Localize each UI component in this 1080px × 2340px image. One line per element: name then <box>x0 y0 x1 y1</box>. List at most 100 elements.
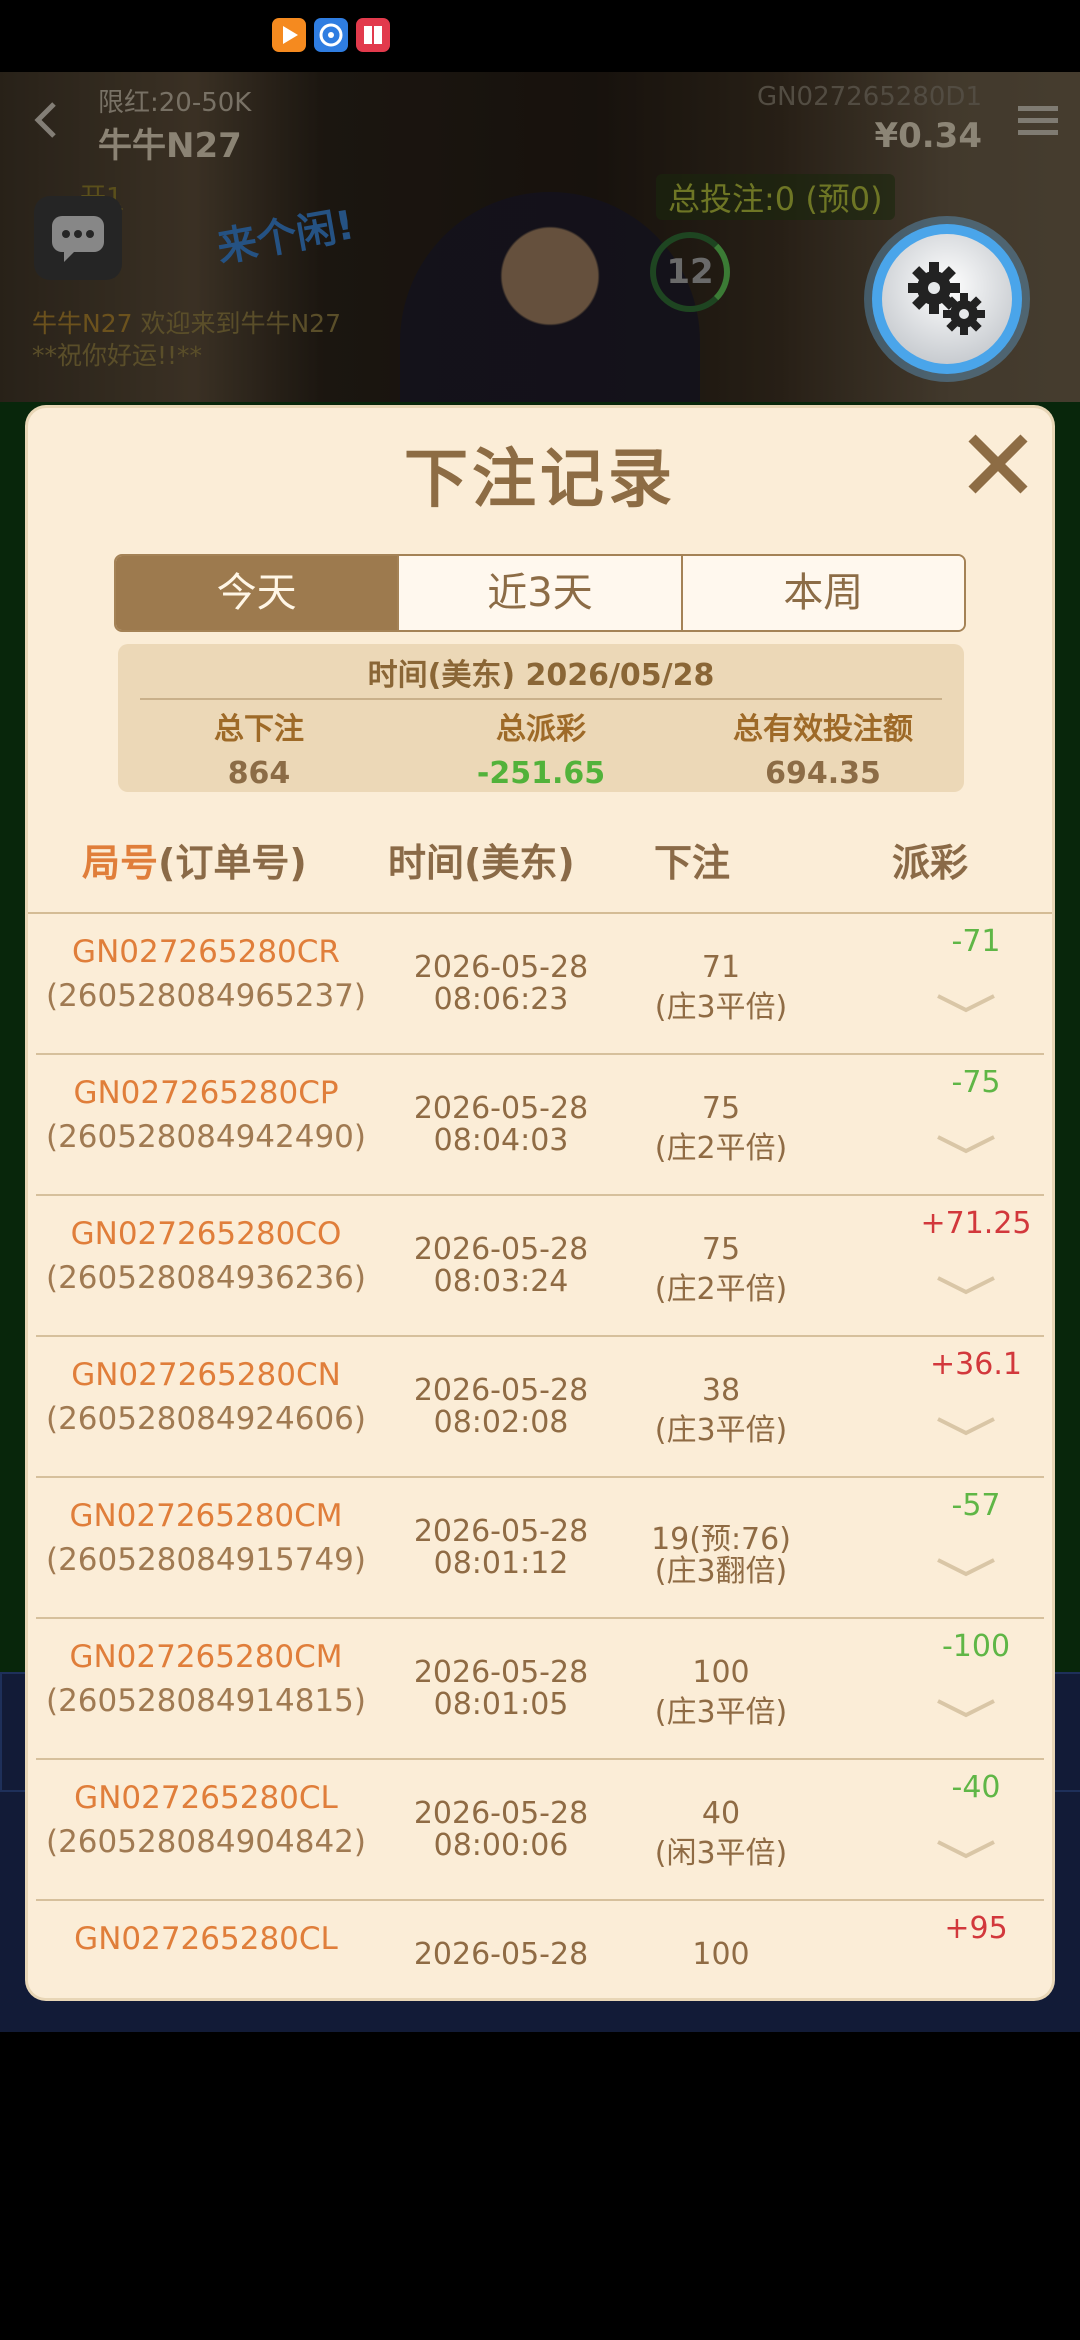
round-number: GN027265280CL <box>74 1921 338 1957</box>
modal-title: 下注记录 <box>404 443 676 517</box>
bet-time: 08:03:24 <box>433 1264 569 1299</box>
gears-icon <box>908 262 985 335</box>
order-number: (260528084915749) <box>45 1542 367 1578</box>
bet-amount: 40 <box>701 1796 741 1831</box>
column-round: 局号(订单号) <box>82 832 307 887</box>
bet-type: (庄3平倍) <box>654 990 788 1025</box>
bet-time: 08:04:03 <box>433 1123 569 1158</box>
payout-value: +71.25 <box>920 1206 1032 1241</box>
summary-panel: 时间(美东) 2026/05/28 总下注 864 总派彩 -251.65 总有… <box>118 644 964 792</box>
status-bar <box>0 0 1080 72</box>
total-payout-label: 总派彩 <box>496 712 586 747</box>
bet-date: 2026-05-28 <box>413 1373 589 1408</box>
round-number: GN027265280CM <box>69 1639 343 1675</box>
bet-type: (庄2平倍) <box>654 1131 788 1166</box>
chevron-down-icon[interactable] <box>934 1133 998 1155</box>
valid-bet-label: 总有效投注额 <box>733 712 913 747</box>
bet-amount: 100 <box>692 1655 750 1690</box>
bet-amount: 75 <box>701 1232 741 1267</box>
order-number: (260528084965237) <box>45 978 367 1014</box>
bet-amount: 100 <box>692 1937 750 1972</box>
valid-bet-value: 694.35 <box>765 756 881 791</box>
bet-time: 08:01:05 <box>433 1687 569 1722</box>
chevron-down-icon[interactable] <box>934 1415 998 1437</box>
settings-button[interactable] <box>872 224 1022 374</box>
summary-total-payout: 总派彩 -251.65 <box>400 704 682 791</box>
chevron-down-icon[interactable] <box>934 1838 998 1860</box>
total-bet-label: 总下注 <box>214 712 304 747</box>
summary-total-bet: 总下注 864 <box>118 704 400 791</box>
order-number: (260528084914815) <box>45 1683 367 1719</box>
column-round-suffix: (订单号) <box>158 841 307 885</box>
bet-type: (庄3平倍) <box>654 1413 788 1448</box>
order-number: (260528084924606) <box>45 1401 367 1437</box>
records-header: 局号(订单号) 时间(美东) 下注 派彩 <box>28 832 1052 896</box>
browser-app-icon <box>314 18 348 52</box>
total-bet-value: 864 <box>227 756 291 791</box>
record-row[interactable]: GN027265280CP (260528084942490) 2026-05-28… <box>36 1055 1044 1196</box>
bet-time: 08:02:08 <box>433 1405 569 1440</box>
round-number: GN027265280CN <box>71 1357 341 1393</box>
payout-value: +36.1 <box>930 1347 1022 1382</box>
bet-record-modal: 下注记录 今天 近3天 本周 时间(美东) 2026/05/28 总下注 864… <box>28 408 1052 1998</box>
column-time: 时间(美东) <box>388 841 575 885</box>
summary-divider <box>140 698 942 700</box>
record-row[interactable]: GN027265280CN (260528084924606) 2026-05-28… <box>36 1337 1044 1478</box>
round-number: GN027265280CP <box>73 1075 339 1111</box>
list-bottom-edge <box>28 1968 1052 1998</box>
tab-last-3-days[interactable]: 近3天 <box>397 556 681 630</box>
bet-date: 2026-05-28 <box>413 1091 589 1126</box>
bet-date: 2026-05-28 <box>413 1232 589 1267</box>
record-row[interactable]: GN027265280CO (260528084936236) 2026-05-28… <box>36 1196 1044 1337</box>
chevron-down-icon[interactable] <box>934 992 998 1014</box>
period-tabs: 今天 近3天 本周 <box>114 554 966 632</box>
video-app-icon <box>272 18 306 52</box>
summary-valid-bet: 总有效投注额 694.35 <box>682 704 964 791</box>
reader-app-icon <box>356 18 390 52</box>
bet-date: 2026-05-28 <box>413 1655 589 1690</box>
close-icon[interactable] <box>962 428 1034 500</box>
bet-date: 2026-05-28 <box>413 1796 589 1831</box>
bet-type: (闲3平倍) <box>654 1836 788 1871</box>
chevron-down-icon[interactable] <box>934 1556 998 1578</box>
bet-amount: 38 <box>701 1373 741 1408</box>
tab-today[interactable]: 今天 <box>116 556 398 630</box>
payout-value: -40 <box>951 1770 1001 1805</box>
column-bet: 下注 <box>654 841 731 885</box>
bet-time: 08:01:12 <box>433 1546 569 1581</box>
order-number: (260528084936236) <box>45 1260 367 1296</box>
bet-type: (庄3翻倍) <box>654 1554 788 1589</box>
bet-amount: 75 <box>701 1091 741 1126</box>
bet-amount: 71 <box>701 950 741 985</box>
record-row[interactable]: GN027265280CM (260528084914815) 2026-05-28… <box>36 1619 1044 1760</box>
summary-date: 时间(美东) 2026/05/28 <box>367 658 715 693</box>
round-number: GN027265280CO <box>70 1216 342 1252</box>
round-number: GN027265280CL <box>74 1780 338 1816</box>
bet-type: (庄2平倍) <box>654 1272 788 1307</box>
bet-time: 08:06:23 <box>433 982 569 1017</box>
order-number: (260528084942490) <box>45 1119 367 1155</box>
bet-time: 08:00:06 <box>433 1828 569 1863</box>
bet-date: 2026-05-28 <box>413 1514 589 1549</box>
bet-date: 2026-05-28 <box>413 1937 589 1972</box>
payout-value: -100 <box>941 1629 1011 1664</box>
total-payout-value: -251.65 <box>476 756 606 791</box>
column-round-prefix: 局号 <box>82 841 159 885</box>
record-row[interactable]: GN027265280CM (260528084915749) 2026-05-28… <box>36 1478 1044 1619</box>
payout-value: -75 <box>951 1065 1001 1100</box>
tab-this-week[interactable]: 本周 <box>680 556 964 630</box>
bet-date: 2026-05-28 <box>413 950 589 985</box>
payout-value: +95 <box>944 1911 1008 1946</box>
bet-type: (庄3平倍) <box>654 1695 788 1730</box>
column-payout: 派彩 <box>892 841 969 885</box>
order-number: (260528084904842) <box>45 1824 367 1860</box>
payout-value: -71 <box>951 924 1001 959</box>
chevron-down-icon[interactable] <box>934 1274 998 1296</box>
round-number: GN027265280CM <box>69 1498 343 1534</box>
round-number: GN027265280CR <box>72 934 340 970</box>
record-row[interactable]: GN027265280CL (260528084904842) 2026-05-28… <box>36 1760 1044 1901</box>
chevron-down-icon[interactable] <box>934 1697 998 1719</box>
payout-value: -57 <box>951 1488 1001 1523</box>
record-row[interactable]: GN027265280CR (260528084965237) 2026-05-28… <box>36 914 1044 1055</box>
records-list: GN027265280CR (260528084965237) 2026-05-28… <box>36 914 1044 1998</box>
